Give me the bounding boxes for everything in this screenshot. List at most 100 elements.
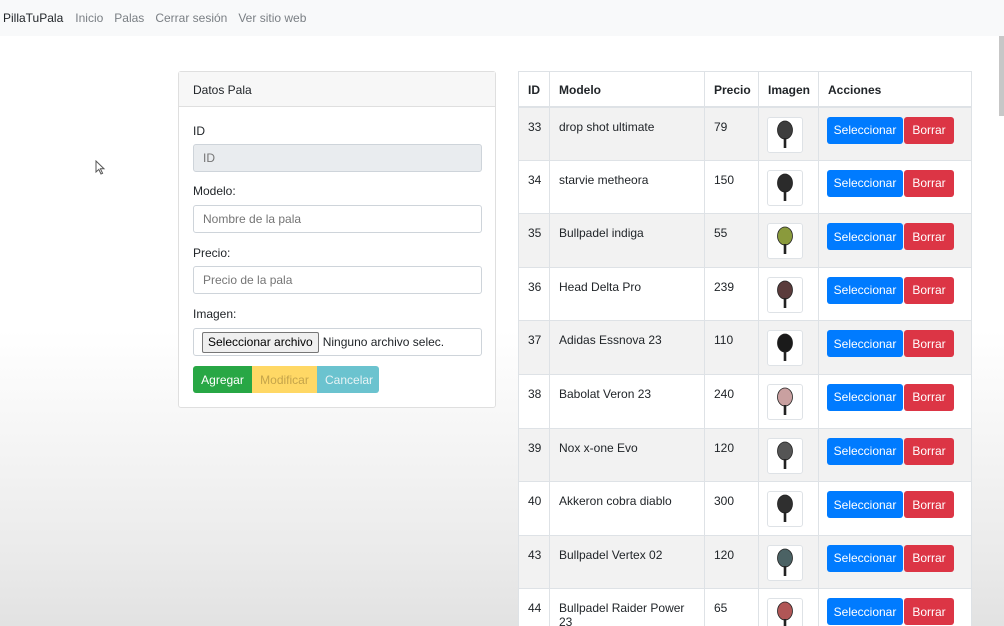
- id-label: ID: [193, 124, 205, 138]
- delete-row-button[interactable]: Borrar: [904, 223, 954, 251]
- cell-acciones: Seleccionar Borrar: [818, 427, 972, 483]
- cell-imagen: [758, 320, 819, 375]
- cell-imagen: [758, 159, 819, 215]
- table-header-row: ID Modelo Precio Imagen Acciones: [518, 71, 972, 108]
- cell-acciones: Seleccionar Borrar: [818, 266, 972, 322]
- cell-precio: 120: [704, 427, 759, 483]
- id-field[interactable]: [193, 144, 482, 172]
- cell-acciones: Seleccionar Borrar: [818, 320, 972, 375]
- image-file-input[interactable]: Seleccionar archivo Ninguno archivo sele…: [193, 328, 482, 356]
- cell-modelo: Bullpadel indiga: [549, 213, 705, 268]
- cell-modelo: Head Delta Pro: [549, 266, 705, 322]
- cell-precio: 240: [704, 373, 759, 429]
- delete-row-button[interactable]: Borrar: [904, 491, 954, 519]
- paddle-image-icon: [767, 383, 803, 420]
- delete-row-button[interactable]: Borrar: [904, 276, 954, 304]
- select-row-button[interactable]: Seleccionar: [827, 223, 903, 251]
- cell-acciones: Seleccionar Borrar: [818, 373, 972, 429]
- cell-id: 40: [518, 481, 550, 536]
- cell-modelo: Akkeron cobra diablo: [549, 481, 705, 536]
- form-actions: Agregar Modificar Cancelar: [193, 366, 379, 393]
- cell-modelo: Nox x-one Evo: [549, 427, 705, 483]
- select-row-button[interactable]: Seleccionar: [827, 383, 903, 411]
- cell-modelo: Babolat Veron 23: [549, 373, 705, 429]
- table-row: 38 Babolat Veron 23 240 Seleccionar Borrar: [518, 373, 972, 429]
- card-header: Datos Pala: [179, 72, 495, 107]
- select-row-button[interactable]: Seleccionar: [827, 276, 903, 304]
- nav-link-inicio[interactable]: Inicio: [75, 11, 103, 25]
- cell-imagen: [758, 106, 819, 161]
- select-row-button[interactable]: Seleccionar: [827, 544, 903, 572]
- select-row-button[interactable]: Seleccionar: [827, 491, 903, 519]
- table-row: 34 starvie metheora 150 Seleccionar Borrar: [518, 159, 972, 215]
- cell-id: 43: [518, 534, 550, 590]
- table-row: 39 Nox x-one Evo 120 Seleccionar Borrar: [518, 427, 972, 483]
- agregar-button[interactable]: Agregar: [193, 366, 252, 393]
- table-body: 33 drop shot ultimate 79 Seleccionar Borrar 3…: [518, 106, 972, 626]
- cell-id: 34: [518, 159, 550, 215]
- cell-precio: 239: [704, 266, 759, 322]
- brand-link[interactable]: PillaTuPala: [3, 11, 63, 25]
- cell-imagen: [758, 213, 819, 268]
- cell-imagen: [758, 266, 819, 322]
- paddle-image-icon: [767, 491, 803, 528]
- delete-row-button[interactable]: Borrar: [904, 116, 954, 144]
- select-row-button[interactable]: Seleccionar: [827, 598, 903, 626]
- paddle-image-icon: [767, 437, 803, 474]
- cell-id: 38: [518, 373, 550, 429]
- paddle-image-icon: [767, 544, 803, 581]
- precio-input[interactable]: [193, 266, 482, 294]
- delete-row-button[interactable]: Borrar: [904, 169, 954, 197]
- delete-row-button[interactable]: Borrar: [904, 544, 954, 572]
- cell-imagen: [758, 481, 819, 536]
- nav-link-cerrar-sesion[interactable]: Cerrar sesión: [155, 11, 227, 25]
- paddle-image-icon: [767, 169, 803, 206]
- paddle-image-icon: [767, 330, 803, 367]
- modificar-button[interactable]: Modificar: [252, 366, 317, 393]
- delete-row-button[interactable]: Borrar: [904, 383, 954, 411]
- table-row: 36 Head Delta Pro 239 Seleccionar Borrar: [518, 266, 972, 322]
- cell-acciones: Seleccionar Borrar: [818, 213, 972, 268]
- cell-modelo: Adidas Essnova 23: [549, 320, 705, 375]
- cell-id: 44: [518, 588, 550, 626]
- file-status-text: Ninguno archivo selec.: [322, 335, 445, 349]
- paddle-image-icon: [767, 223, 803, 260]
- col-header-imagen: Imagen: [758, 71, 819, 108]
- paddle-image-icon: [767, 276, 803, 313]
- col-header-precio: Precio: [704, 71, 759, 108]
- cell-precio: 300: [704, 481, 759, 536]
- cell-precio: 55: [704, 213, 759, 268]
- col-header-modelo: Modelo: [549, 71, 705, 108]
- delete-row-button[interactable]: Borrar: [904, 437, 954, 465]
- table-row: 44 Bullpadel Raider Power 23 65 Seleccionar…: [518, 588, 972, 626]
- cell-precio: 65: [704, 588, 759, 626]
- select-row-button[interactable]: Seleccionar: [827, 116, 903, 144]
- cell-id: 36: [518, 266, 550, 322]
- cell-acciones: Seleccionar Borrar: [818, 159, 972, 215]
- cell-acciones: Seleccionar Borrar: [818, 481, 972, 536]
- cancelar-button[interactable]: Cancelar: [317, 366, 379, 393]
- nav-link-ver-sitio-web[interactable]: Ver sitio web: [238, 11, 306, 25]
- imagen-label: Imagen:: [193, 307, 237, 321]
- select-row-button[interactable]: Seleccionar: [827, 169, 903, 197]
- delete-row-button[interactable]: Borrar: [904, 598, 954, 626]
- nav-link-palas[interactable]: Palas: [114, 11, 144, 25]
- cell-modelo: Bullpadel Vertex 02: [549, 534, 705, 590]
- cell-acciones: Seleccionar Borrar: [818, 588, 972, 626]
- select-row-button[interactable]: Seleccionar: [827, 330, 903, 358]
- select-row-button[interactable]: Seleccionar: [827, 437, 903, 465]
- precio-label: Precio:: [193, 246, 231, 260]
- modelo-input[interactable]: [193, 205, 482, 233]
- cell-modelo: starvie metheora: [549, 159, 705, 215]
- table-row: 40 Akkeron cobra diablo 300 Seleccionar Borr…: [518, 481, 972, 536]
- cell-id: 39: [518, 427, 550, 483]
- cell-modelo: Bullpadel Raider Power 23: [549, 588, 705, 626]
- select-file-button[interactable]: Seleccionar archivo: [202, 331, 319, 353]
- col-header-id: ID: [518, 71, 550, 108]
- cell-precio: 110: [704, 320, 759, 375]
- cell-acciones: Seleccionar Borrar: [818, 534, 972, 590]
- cell-precio: 79: [704, 106, 759, 161]
- paddle-image-icon: [767, 116, 803, 153]
- page-scrollbar[interactable]: [999, 36, 1004, 116]
- delete-row-button[interactable]: Borrar: [904, 330, 954, 358]
